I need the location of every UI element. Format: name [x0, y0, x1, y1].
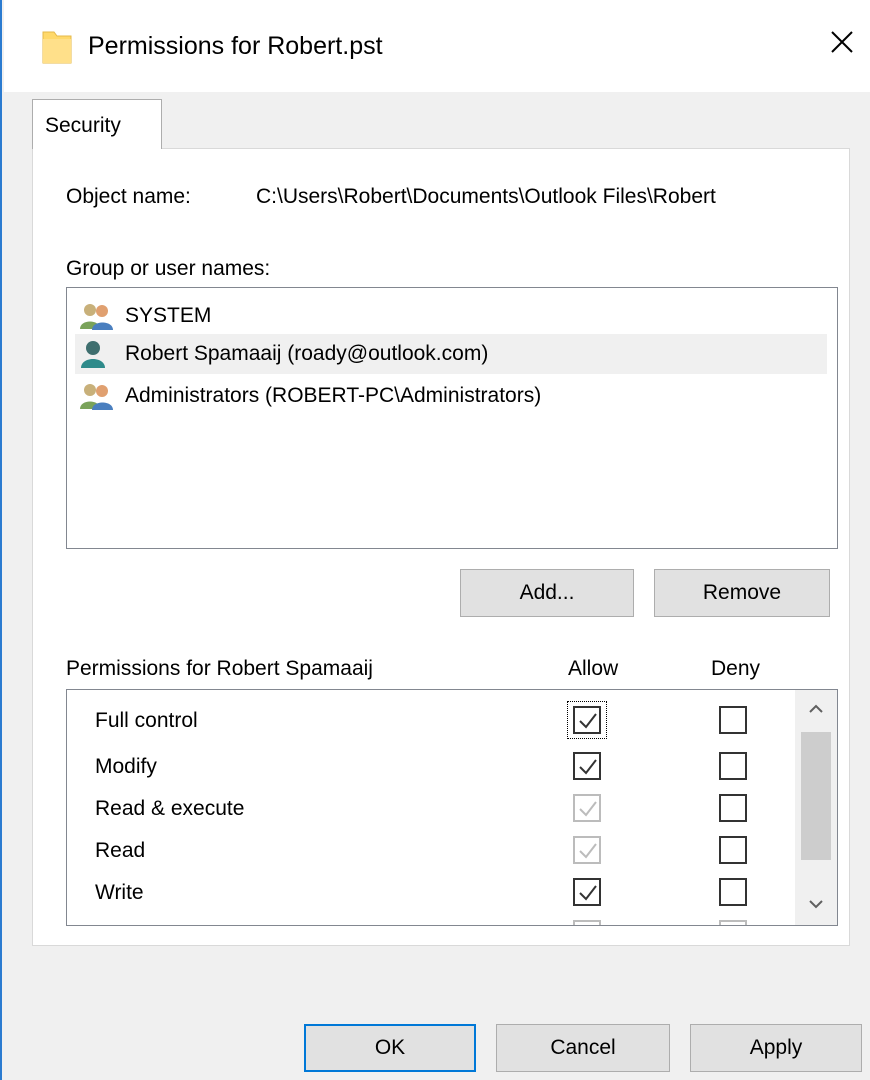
apply-button[interactable]: Apply: [690, 1024, 862, 1072]
permission-name: Modify: [95, 755, 157, 778]
cancel-button[interactable]: Cancel: [496, 1024, 670, 1072]
user-name: SYSTEM: [125, 304, 212, 327]
object-name-value: C:\Users\Robert\Documents\Outlook Files\…: [256, 185, 716, 208]
scroll-down-button[interactable]: [795, 885, 837, 925]
title-bar: Permissions for Robert.pst: [4, 0, 870, 92]
permission-row: Full control: [67, 700, 795, 742]
deny-checkbox[interactable]: [719, 878, 747, 906]
deny-checkbox[interactable]: [719, 836, 747, 864]
allow-checkbox[interactable]: [573, 878, 601, 906]
tab-security[interactable]: Security: [32, 99, 162, 149]
permission-row: Read & execute: [67, 788, 795, 830]
deny-header: Deny: [711, 657, 761, 680]
list-item[interactable]: SYSTEM: [75, 296, 827, 336]
permissions-label: Permissions for Robert Spamaaij: [66, 657, 373, 680]
deny-checkbox[interactable]: [719, 752, 747, 780]
deny-checkbox[interactable]: [719, 794, 747, 822]
folder-icon: [42, 26, 72, 64]
chevron-up-icon: [809, 701, 823, 719]
list-item[interactable]: Robert Spamaaij (roady@outlook.com): [75, 334, 827, 374]
deny-checkbox[interactable]: [719, 706, 747, 734]
allow-checkbox[interactable]: [573, 836, 601, 864]
add-button[interactable]: Add...: [460, 569, 634, 617]
list-item[interactable]: Administrators (ROBERT-PC\Administrators…: [75, 376, 827, 416]
permissions-list: Full control Modify Read & execute Read: [66, 689, 838, 926]
object-name-label: Object name:: [66, 185, 191, 208]
permission-name: Full control: [95, 709, 198, 732]
ok-button[interactable]: OK: [304, 1024, 476, 1072]
allow-checkbox[interactable]: [573, 794, 601, 822]
user-name: Robert Spamaaij (roady@outlook.com): [125, 342, 489, 365]
users-group-icon: [79, 382, 115, 410]
allow-checkbox[interactable]: [573, 706, 601, 734]
allow-checkbox[interactable]: [573, 752, 601, 780]
permission-name: Read: [95, 839, 146, 862]
allow-checkbox[interactable]: [573, 920, 601, 925]
permission-name: Read & execute: [95, 797, 245, 820]
user-icon: [79, 340, 115, 368]
tab-security-label: Security: [45, 114, 121, 137]
permission-row: Write: [67, 872, 795, 914]
allow-header: Allow: [568, 657, 619, 680]
chevron-down-icon: [809, 896, 823, 914]
group-list-label: Group or user names:: [66, 257, 271, 280]
window-title: Permissions for Robert.pst: [88, 32, 383, 60]
permission-name: Write: [95, 881, 144, 904]
deny-checkbox[interactable]: [719, 920, 747, 925]
remove-button[interactable]: Remove: [654, 569, 830, 617]
scroll-up-button[interactable]: [795, 690, 837, 730]
user-name: Administrators (ROBERT-PC\Administrators…: [125, 384, 542, 407]
permission-row: [67, 914, 795, 925]
scroll-thumb[interactable]: [801, 732, 831, 860]
permission-row: Read: [67, 830, 795, 872]
users-group-icon: [79, 302, 115, 330]
close-button[interactable]: [812, 14, 870, 74]
group-user-list[interactable]: SYSTEM Robert Spamaaij (roady@outlook.co…: [66, 287, 838, 549]
close-icon: [830, 30, 854, 59]
permissions-dialog: Permissions for Robert.pst Security Obje…: [0, 0, 870, 1080]
permission-row: Modify: [67, 746, 795, 788]
scrollbar[interactable]: [795, 690, 837, 925]
